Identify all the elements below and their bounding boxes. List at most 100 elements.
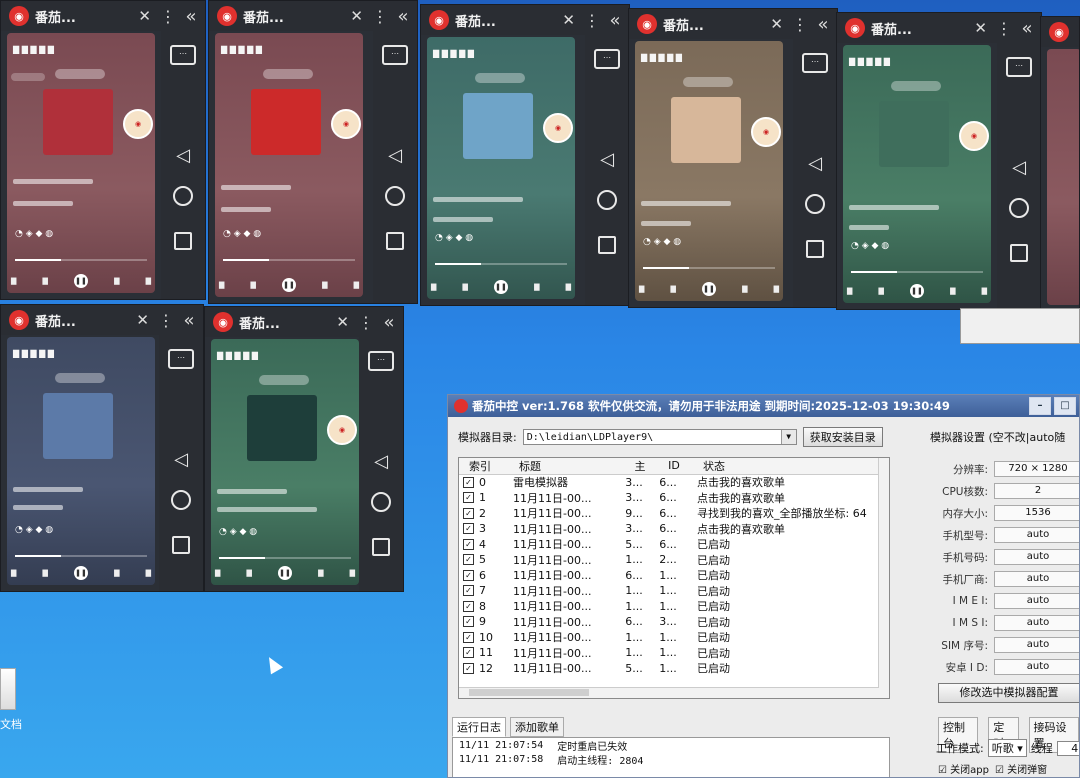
keyboard-icon[interactable]: ⋯ [382, 45, 408, 65]
player-bottom-bar[interactable]: ▇ ▇ ❚❚ ▇ ▇ [215, 565, 355, 581]
maximize-icon[interactable]: □ [1054, 397, 1076, 415]
row-checkbox[interactable]: ✓ [463, 631, 474, 643]
emulator-titlebar[interactable]: ◉ 番茄... ✕ ⋮ « [205, 307, 403, 337]
setting-input[interactable]: 1536 [994, 505, 1079, 521]
emulator-window-3[interactable]: ◉ 番茄... ✕ ⋮ « ▇ ▇ ▇ ▇ ▇ ◉ ◔ ◈ ◆ ◍ ▇ ▇ ❚❚ ▇ ▇… [420, 4, 630, 306]
player-actions[interactable]: ◔ ◈ ◆ ◍ [435, 233, 567, 247]
collapse-sidebar-icon[interactable]: « [375, 312, 403, 333]
row-checkbox[interactable]: ✓ [463, 662, 474, 674]
row-checkbox[interactable]: ✓ [463, 585, 474, 597]
setting-input[interactable]: auto [994, 593, 1079, 609]
table-vertical-scrollbar[interactable] [878, 458, 889, 698]
home-icon[interactable] [385, 186, 405, 206]
phone-screen[interactable]: ▇ ▇ ▇ ▇ ▇ ◔ ◈ ◆ ◍ ▇ ▇ ❚❚ ▇ ▇ [7, 337, 155, 585]
row-checkbox[interactable]: ✓ [463, 600, 474, 612]
emulator-titlebar[interactable]: ◉ 番茄... ✕ ⋮ « [1, 1, 205, 31]
player-actions[interactable]: ◔ ◈ ◆ ◍ [223, 229, 355, 243]
table-row[interactable]: ✓ 7 11月11日-00... 1... 1... 已启动 [459, 583, 889, 599]
setting-input[interactable]: auto [994, 571, 1079, 587]
phone-screen[interactable] [1047, 49, 1079, 305]
back-icon[interactable]: ◁ [808, 153, 822, 174]
column-header-main[interactable]: 主 [623, 458, 657, 474]
avatar[interactable]: ◉ [331, 109, 361, 139]
close-icon[interactable]: ✕ [770, 15, 783, 33]
back-icon[interactable]: ◁ [174, 449, 188, 470]
close-icon[interactable]: ✕ [336, 313, 349, 331]
setting-input[interactable]: auto [994, 527, 1079, 543]
minimize-icon[interactable]: – [1029, 397, 1051, 415]
emulator-window-4[interactable]: ◉ 番茄... ✕ ⋮ « ▇ ▇ ▇ ▇ ▇ ◉ ◔ ◈ ◆ ◍ ▇ ▇ ❚❚ ▇ ▇… [628, 8, 838, 308]
row-checkbox[interactable]: ✓ [463, 554, 474, 566]
setting-input[interactable]: auto [994, 637, 1079, 653]
player-actions[interactable]: ◔ ◈ ◆ ◍ [851, 241, 983, 255]
column-header-index[interactable]: 索引 [459, 458, 513, 474]
close-icon[interactable]: ✕ [350, 7, 363, 25]
setting-input[interactable]: auto [994, 549, 1079, 565]
row-checkbox[interactable]: ✓ [463, 492, 474, 504]
thread-input[interactable]: 4 [1056, 740, 1079, 756]
keyboard-icon[interactable]: ⋯ [368, 351, 394, 371]
home-icon[interactable] [1009, 198, 1029, 218]
table-row[interactable]: ✓ 6 11月11日-00... 6... 1... 已启动 [459, 568, 889, 584]
controller-titlebar[interactable]: 番茄中控 ver:1.768 软件仅供交流，请勿用于非法用途 到期时间:2025… [448, 395, 1079, 417]
table-horizontal-scrollbar[interactable] [459, 687, 879, 698]
home-icon[interactable] [371, 492, 391, 512]
get-install-path-button[interactable]: 获取安装目录 [802, 427, 883, 447]
album-cover[interactable] [43, 89, 113, 155]
table-row[interactable]: ✓ 8 11月11日-00... 1... 1... 已启动 [459, 599, 889, 615]
phone-screen[interactable]: ▇ ▇ ▇ ▇ ▇ ◉ ◔ ◈ ◆ ◍ ▇ ▇ ❚❚ ▇ ▇ [843, 45, 991, 303]
progress-bar[interactable] [15, 259, 147, 261]
emulator-titlebar[interactable]: ◉ 番茄... ✕ ⋮ « [837, 13, 1041, 43]
phone-screen[interactable]: ▇ ▇ ▇ ▇ ▇ ◉ ◔ ◈ ◆ ◍ ▇ ▇ ❚❚ ▇ ▇ [427, 37, 575, 299]
setting-input[interactable]: auto [994, 615, 1079, 631]
player-bottom-bar[interactable]: ▇ ▇ ❚❚ ▇ ▇ [639, 281, 779, 297]
recent-apps-icon[interactable] [174, 232, 192, 250]
table-row[interactable]: ✓ 12 11月11日-00... 5... 1... 已启动 [459, 661, 889, 677]
keyboard-icon[interactable]: ⋯ [802, 53, 828, 73]
collapse-sidebar-icon[interactable]: « [389, 6, 417, 27]
emulator-window-5[interactable]: ◉ 番茄... ✕ ⋮ « ▇ ▇ ▇ ▇ ▇ ◉ ◔ ◈ ◆ ◍ ▇ ▇ ❚❚ ▇ ▇… [836, 12, 1042, 310]
emulator-titlebar[interactable]: ◉ 番茄... ✕ ⋮ « [629, 9, 837, 39]
close-icon[interactable]: ✕ [562, 11, 575, 29]
home-icon[interactable] [805, 194, 825, 214]
album-cover[interactable] [879, 101, 949, 167]
collapse-sidebar-icon[interactable]: « [809, 14, 837, 35]
emulator-titlebar[interactable]: ◉ 番茄... ✕ ⋮ « [209, 1, 417, 31]
collapse-sidebar-icon[interactable]: « [177, 6, 205, 27]
table-row[interactable]: ✓ 9 11月11日-00... 6... 3... 已启动 [459, 614, 889, 630]
close-popup-checkbox[interactable]: ☑ 关闭弹窗 [995, 761, 1047, 776]
player-bottom-bar[interactable]: ▇ ▇ ❚❚ ▇ ▇ [847, 283, 987, 299]
progress-bar[interactable] [643, 267, 775, 269]
setting-input[interactable]: 720 × 1280 [994, 461, 1079, 477]
player-bottom-bar[interactable]: ▇ ▇ ❚❚ ▇ ▇ [11, 273, 151, 289]
back-icon[interactable]: ◁ [176, 145, 190, 166]
progress-bar[interactable] [15, 555, 147, 557]
row-checkbox[interactable]: ✓ [463, 476, 474, 488]
table-row[interactable]: ✓ 11 11月11日-00... 1... 1... 已启动 [459, 645, 889, 661]
album-cover[interactable] [671, 97, 741, 163]
player-bottom-bar[interactable]: ▇ ▇ ❚❚ ▇ ▇ [219, 277, 359, 293]
back-icon[interactable]: ◁ [600, 149, 614, 170]
path-combobox[interactable]: D:\leidian\LDPlayer9\ ▼ [522, 429, 797, 445]
player-actions[interactable]: ◔ ◈ ◆ ◍ [15, 229, 147, 243]
table-row[interactable]: ✓ 3 11月11日-00... 3... 6... 点击我的喜欢歌单 [459, 521, 889, 537]
home-icon[interactable] [173, 186, 193, 206]
phone-screen[interactable]: ▇ ▇ ▇ ▇ ▇ ◉ ◔ ◈ ◆ ◍ ▇ ▇ ❚❚ ▇ ▇ [7, 33, 155, 293]
setting-input[interactable]: auto [994, 659, 1079, 675]
close-app-checkbox[interactable]: ☑ 关闭app [938, 761, 989, 776]
progress-bar[interactable] [851, 271, 983, 273]
avatar[interactable]: ◉ [959, 121, 989, 151]
recent-apps-icon[interactable] [806, 240, 824, 258]
more-menu-icon[interactable]: ⋮ [583, 11, 601, 30]
more-menu-icon[interactable]: ⋮ [159, 7, 177, 26]
keyboard-icon[interactable]: ⋯ [1006, 57, 1032, 77]
phone-screen[interactable]: ▇ ▇ ▇ ▇ ▇ ◉ ◔ ◈ ◆ ◍ ▇ ▇ ❚❚ ▇ ▇ [211, 339, 359, 585]
album-cover[interactable] [43, 393, 113, 459]
collapse-sidebar-icon[interactable]: « [601, 10, 629, 31]
table-row[interactable]: ✓ 2 11月11日-00... 9... 6... 寻找到我的喜欢_全部播放坐标: 64 [459, 506, 889, 522]
progress-bar[interactable] [435, 263, 567, 265]
recent-apps-icon[interactable] [386, 232, 404, 250]
more-menu-icon[interactable]: ⋮ [791, 15, 809, 34]
modify-config-button[interactable]: 修改选中模拟器配置 [938, 683, 1079, 703]
player-actions[interactable]: ◔ ◈ ◆ ◍ [643, 237, 775, 251]
